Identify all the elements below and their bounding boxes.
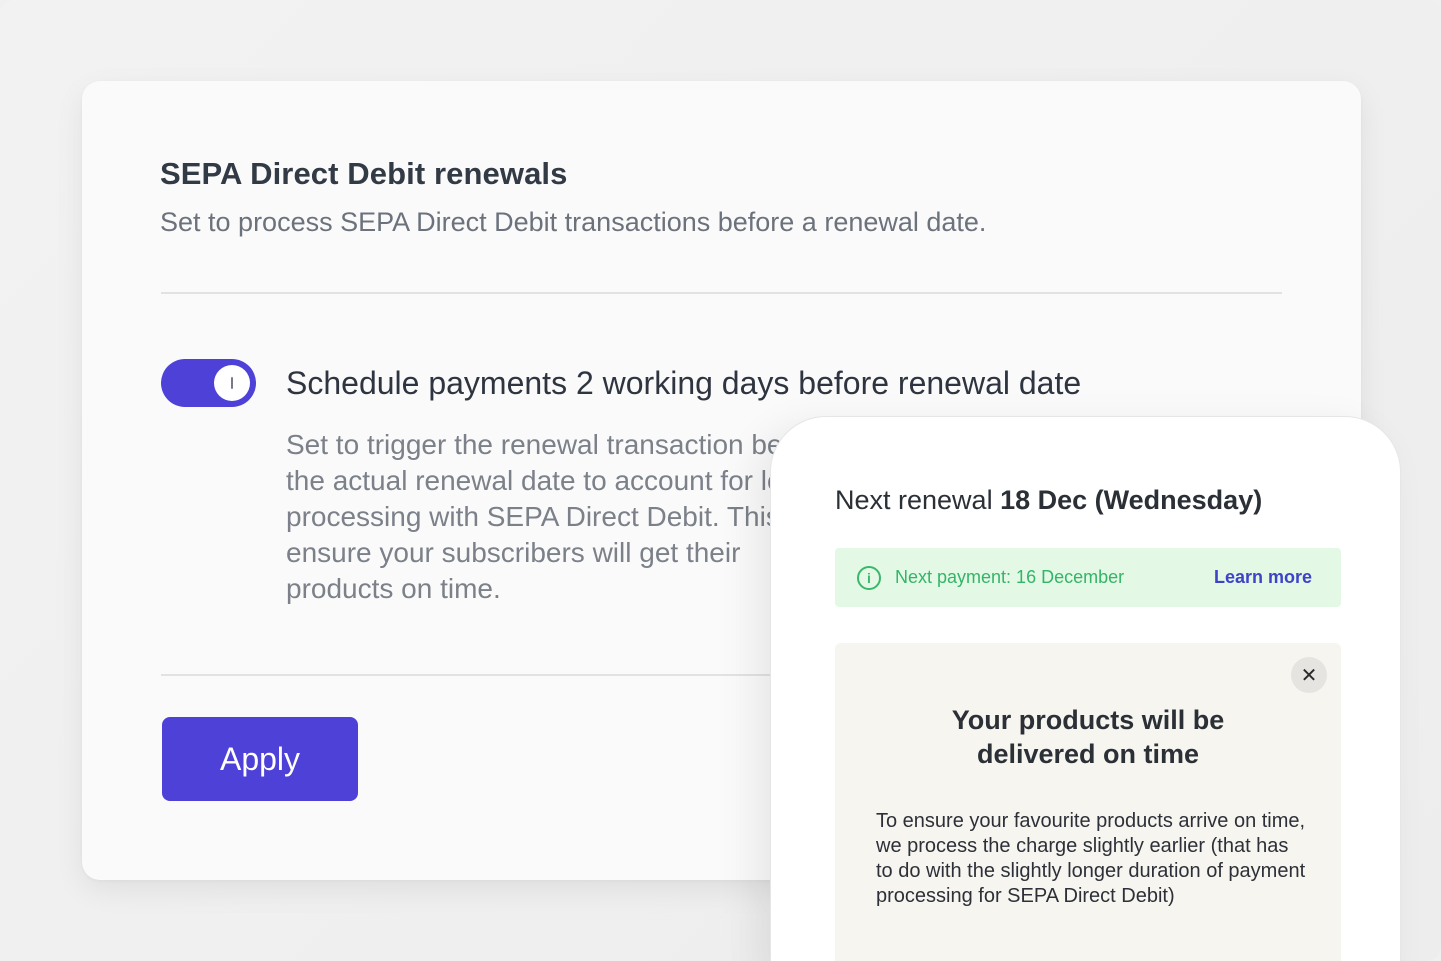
next-renewal: Next renewal 18 Dec (Wednesday) xyxy=(835,485,1262,516)
learn-more-link[interactable]: Learn more xyxy=(1214,567,1312,588)
delivery-notice-card: ✕ Your products will be delivered on tim… xyxy=(835,643,1341,961)
divider xyxy=(161,674,861,676)
section-subtitle: Set to process SEPA Direct Debit transac… xyxy=(160,207,987,237)
notice-body: To ensure your favourite products arrive… xyxy=(876,810,1306,907)
option-title: Schedule payments 2 working days before … xyxy=(286,365,1082,401)
background-frame: SEPA Direct Debit renewals Set to proces… xyxy=(0,0,1441,961)
option-description: Set to trigger the renewal transaction b… xyxy=(286,429,839,604)
section-title: SEPA Direct Debit renewals xyxy=(160,156,568,191)
notice-title: Your products will be delivered on time xyxy=(835,703,1341,771)
toggle-knob xyxy=(214,365,250,401)
next-renewal-date: 18 Dec (Wednesday) xyxy=(1000,485,1263,515)
next-renewal-label: Next renewal xyxy=(835,485,993,515)
phone-preview: Next renewal 18 Dec (Wednesday) i Next p… xyxy=(770,416,1401,961)
notice-title-line: delivered on time xyxy=(976,739,1200,769)
close-icon[interactable]: ✕ xyxy=(1291,657,1327,693)
schedule-payments-toggle[interactable] xyxy=(161,359,256,407)
divider xyxy=(161,292,1282,294)
next-payment-banner: i Next payment: 16 December Learn more xyxy=(835,548,1341,607)
next-payment-text: Next payment: 16 December xyxy=(895,567,1125,587)
info-icon: i xyxy=(857,565,881,590)
apply-button[interactable]: Apply xyxy=(162,717,358,801)
toggle-on-indicator xyxy=(231,377,233,389)
notice-title-line: Your products will be xyxy=(951,705,1225,735)
